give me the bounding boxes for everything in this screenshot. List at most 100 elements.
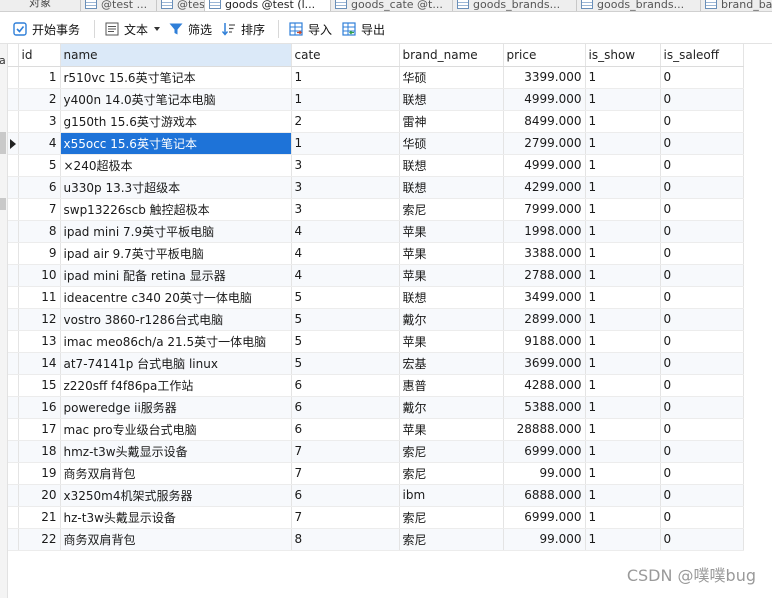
cell-brand-name[interactable]: 联想 (399, 176, 504, 199)
cell-name[interactable]: x55occ 15.6英寸笔记本 (60, 132, 292, 155)
cell-brand-name[interactable]: 苹果 (399, 220, 504, 243)
cell-brand-name[interactable]: 惠普 (399, 374, 504, 397)
cell-price[interactable]: 2899.000 (503, 308, 586, 331)
cell-name[interactable]: ipad air 9.7英寸平板电脑 (60, 242, 292, 265)
table-row[interactable]: 19 商务双肩背包 7 索尼 99.000 1 0 (8, 462, 744, 485)
begin-transaction-button[interactable]: 开始事务 (12, 19, 80, 39)
cell-id[interactable]: 1 (18, 66, 61, 89)
cell-price[interactable]: 4999.000 (503, 88, 586, 111)
column-header-brand-name[interactable]: brand_name (399, 44, 504, 67)
cell-is-saleoff[interactable]: 0 (660, 198, 744, 221)
cell-id[interactable]: 4 (18, 132, 61, 155)
cell-is-saleoff[interactable]: 0 (660, 308, 744, 331)
cell-cate[interactable]: 5 (291, 308, 400, 331)
cell-brand-name[interactable]: 索尼 (399, 506, 504, 529)
tab-goods-brands-1[interactable]: goods_brands... (452, 0, 576, 11)
cell-brand-name[interactable]: 华硕 (399, 66, 504, 89)
cell-price[interactable]: 8499.000 (503, 110, 586, 133)
table-row[interactable]: 8 ipad mini 7.9英寸平板电脑 4 苹果 1998.000 1 0 (8, 220, 744, 243)
cell-is-saleoff[interactable]: 0 (660, 66, 744, 89)
row-marker[interactable] (8, 462, 19, 485)
cell-name[interactable]: hmz-t3w头戴显示设备 (60, 440, 292, 463)
cell-brand-name[interactable]: 联想 (399, 154, 504, 177)
cell-name[interactable]: vostro 3860-r1286台式电脑 (60, 308, 292, 331)
cell-price[interactable]: 3699.000 (503, 352, 586, 375)
cell-cate[interactable]: 3 (291, 176, 400, 199)
row-marker[interactable] (8, 220, 19, 243)
row-marker[interactable] (8, 308, 19, 331)
table-row[interactable]: 10 ipad mini 配备 retina 显示器 4 苹果 2788.000 1 0 (8, 264, 744, 287)
cell-is-saleoff[interactable]: 0 (660, 264, 744, 287)
cell-name[interactable]: ideacentre c340 20英寸一体电脑 (60, 286, 292, 309)
cell-price[interactable]: 5388.000 (503, 396, 586, 419)
cell-price[interactable]: 3399.000 (503, 66, 586, 89)
row-marker[interactable] (8, 440, 19, 463)
cell-is-saleoff[interactable]: 0 (660, 484, 744, 507)
cell-id[interactable]: 12 (18, 308, 61, 331)
cell-price[interactable]: 28888.000 (503, 418, 586, 441)
cell-is-saleoff[interactable]: 0 (660, 88, 744, 111)
row-marker[interactable] (8, 154, 19, 177)
cell-price[interactable]: 2799.000 (503, 132, 586, 155)
cell-id[interactable]: 13 (18, 330, 61, 353)
row-marker[interactable] (8, 242, 19, 265)
row-marker[interactable] (8, 374, 19, 397)
cell-price[interactable]: 9188.000 (503, 330, 586, 353)
cell-brand-name[interactable]: ibm (399, 484, 504, 507)
cell-is-show[interactable]: 1 (585, 374, 661, 397)
cell-is-show[interactable]: 1 (585, 352, 661, 375)
cell-cate[interactable]: 2 (291, 110, 400, 133)
cell-name[interactable]: y400n 14.0英寸笔记本电脑 (60, 88, 292, 111)
table-row[interactable]: 14 at7-74141p 台式电脑 linux 5 宏基 3699.000 1 0 (8, 352, 744, 375)
column-header-is-show[interactable]: is_show (585, 44, 661, 67)
cell-is-show[interactable]: 1 (585, 264, 661, 287)
cell-brand-name[interactable]: 戴尔 (399, 396, 504, 419)
cell-price[interactable]: 6888.000 (503, 484, 586, 507)
cell-is-show[interactable]: 1 (585, 198, 661, 221)
cell-price[interactable]: 1998.000 (503, 220, 586, 243)
cell-name[interactable]: 商务双肩背包 (60, 528, 292, 551)
row-marker[interactable] (8, 506, 19, 529)
cell-name[interactable]: u330p 13.3寸超级本 (60, 176, 292, 199)
cell-cate[interactable]: 1 (291, 66, 400, 89)
cell-price[interactable]: 3388.000 (503, 242, 586, 265)
cell-price[interactable]: 2788.000 (503, 264, 586, 287)
row-marker[interactable] (8, 88, 19, 111)
cell-id[interactable]: 22 (18, 528, 61, 551)
cell-cate[interactable]: 5 (291, 286, 400, 309)
column-header-name[interactable]: name (60, 44, 292, 67)
row-marker[interactable] (8, 66, 19, 89)
table-row[interactable]: 5 ×240超极本 3 联想 4999.000 1 0 (8, 154, 744, 177)
cell-brand-name[interactable]: 索尼 (399, 528, 504, 551)
cell-is-show[interactable]: 1 (585, 462, 661, 485)
cell-brand-name[interactable]: 雷神 (399, 110, 504, 133)
cell-cate[interactable]: 6 (291, 484, 400, 507)
cell-cate[interactable]: 5 (291, 330, 400, 353)
table-row[interactable]: 18 hmz-t3w头戴显示设备 7 索尼 6999.000 1 0 (8, 440, 744, 463)
cell-price[interactable]: 7999.000 (503, 198, 586, 221)
row-marker[interactable] (8, 418, 19, 441)
row-marker[interactable] (8, 176, 19, 199)
row-marker[interactable] (8, 528, 19, 551)
table-row[interactable]: 1 r510vc 15.6英寸笔记本 1 华硕 3399.000 1 0 (8, 66, 744, 89)
cell-brand-name[interactable]: 索尼 (399, 440, 504, 463)
cell-is-show[interactable]: 1 (585, 528, 661, 551)
cell-is-saleoff[interactable]: 0 (660, 506, 744, 529)
table-row[interactable]: 11 ideacentre c340 20英寸一体电脑 5 联想 3499.000 1 0 (8, 286, 744, 309)
cell-is-saleoff[interactable]: 0 (660, 352, 744, 375)
table-row[interactable]: 15 z220sff f4f86pa工作站 6 惠普 4288.000 1 0 (8, 374, 744, 397)
cell-cate[interactable]: 4 (291, 242, 400, 265)
cell-is-saleoff[interactable]: 0 (660, 286, 744, 309)
cell-is-saleoff[interactable]: 0 (660, 528, 744, 551)
table-row[interactable]: 9 ipad air 9.7英寸平板电脑 4 苹果 3388.000 1 0 (8, 242, 744, 265)
cell-id[interactable]: 16 (18, 396, 61, 419)
cell-brand-name[interactable]: 索尼 (399, 462, 504, 485)
table-row[interactable]: 13 imac meo86ch/a 21.5英寸一体电脑 5 苹果 9188.000 1 0 (8, 330, 744, 353)
cell-id[interactable]: 20 (18, 484, 61, 507)
sort-button[interactable]: 排序 (221, 19, 265, 39)
cell-id[interactable]: 5 (18, 154, 61, 177)
cell-brand-name[interactable]: 苹果 (399, 242, 504, 265)
cell-name[interactable]: x3250m4机架式服务器 (60, 484, 292, 507)
row-marker[interactable] (8, 110, 19, 133)
row-marker[interactable] (8, 352, 19, 375)
